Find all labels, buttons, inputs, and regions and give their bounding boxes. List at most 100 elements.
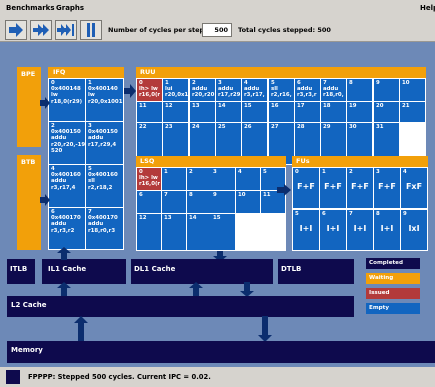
lsq-cell-8[interactable]: 8 <box>187 191 211 213</box>
lsq-cell-10[interactable]: 10 <box>236 191 260 213</box>
menu-benchmarks[interactable]: Benchmarks <box>6 4 55 12</box>
il1-cache-box: IL1 Cache <box>42 259 126 284</box>
lsq-cell-15[interactable]: 15 <box>211 214 235 250</box>
cycles-per-step-label: Number of cycles per step: <box>108 26 207 34</box>
pipeline-diagram: BPE BTB IFQ 0 0x400148 lw r18,0(r29) 1 0x4… <box>0 42 435 367</box>
lsq-cell-4[interactable]: 4 <box>236 168 260 190</box>
fu-unit-6[interactable]: 6 I+I <box>320 209 346 250</box>
lsq-cell-12[interactable]: 12 <box>137 214 161 250</box>
lsq-cell-1[interactable]: 1 <box>162 168 186 190</box>
fu-unit-9[interactable]: 9 IxI <box>401 209 427 250</box>
ruu-cell-21[interactable]: 21 <box>400 102 425 122</box>
ruu-cell-16[interactable]: 16 <box>269 102 294 122</box>
btb-label: BTB <box>21 158 36 166</box>
ifq-cell-2[interactable]: 2 0x400150 addu r20,r20,-19 520 <box>49 122 85 164</box>
memory-box: Memory <box>7 341 435 363</box>
il1-to-ifq-arrow <box>57 247 71 260</box>
menu-graphs[interactable]: Graphs <box>56 4 84 12</box>
legend-empty: Empty <box>366 303 420 314</box>
step-button[interactable] <box>5 20 27 40</box>
ifq-cell-3[interactable]: 3 0x400150 addu r17,r29,4 <box>86 122 123 164</box>
ruu-cell-10[interactable]: 10 <box>400 79 425 101</box>
lsq-cell-13[interactable]: 13 <box>162 214 186 250</box>
menu-help[interactable]: Help <box>420 4 435 12</box>
fu-unit-1[interactable]: 1 F+F <box>320 168 346 208</box>
fus-label: FUs <box>296 157 310 165</box>
menu-bar: Benchmarks Graphs Help <box>0 0 435 18</box>
ruu-cell-13[interactable]: 13 <box>190 102 215 122</box>
ruu-cell-5[interactable]: 5 sll r2,r16, <box>269 79 294 101</box>
fast-step-button[interactable] <box>30 20 52 40</box>
ifq-to-ruu-arrow <box>124 84 136 98</box>
fu-unit-0[interactable]: 0 F+F <box>293 168 319 208</box>
l2-cache-box: L2 Cache <box>7 296 354 317</box>
ruu-cell-6[interactable]: 6 addu r3,r3,r <box>295 79 320 101</box>
ruu-cell-17[interactable]: 17 <box>295 102 320 122</box>
ruu-cell-1[interactable]: 1 lui r20,0x1 <box>163 79 188 101</box>
legend-issued: Issued <box>366 288 420 299</box>
ruu-cell-0[interactable]: 0 lh> lw r16,0(r <box>137 79 162 101</box>
fu-unit-5[interactable]: 5 I+I <box>293 209 319 250</box>
pause-button[interactable] <box>80 20 102 40</box>
ruu-cell-15[interactable]: 15 <box>242 102 267 122</box>
lsq-label: LSQ <box>140 157 155 165</box>
ruu-cell-20[interactable]: 20 <box>374 102 399 122</box>
ifq-header: IFQ <box>48 67 124 78</box>
lsq-header: LSQ <box>136 156 286 167</box>
itlb-label: ITLB <box>10 265 28 273</box>
l2-to-il1-arrow <box>57 282 71 297</box>
lsq-cell-2[interactable]: 2 <box>187 168 211 190</box>
ifq-label: IFQ <box>53 68 66 76</box>
lsq-cell-0[interactable]: 0 lh> lw r16,0(r <box>137 168 161 190</box>
ifq-cell-7[interactable]: 7 0x400170 addu r18,r0,r3 <box>86 208 123 249</box>
lsq-cell-9[interactable]: 9 <box>211 191 235 213</box>
fu-unit-3[interactable]: 3 F+F <box>374 168 400 208</box>
ruu-cell-11[interactable]: 11 <box>137 102 162 122</box>
ruu-cell-8[interactable]: 8 <box>347 79 372 101</box>
fu-unit-7[interactable]: 7 I+I <box>347 209 373 250</box>
fus-grid: 0 F+F 1 F+F 2 F+F 3 F+F 4 FxF 5 I+I 6 I+I 7 I+I 8 I+I 9 IxI <box>292 167 428 251</box>
ifq-cell-4[interactable]: 4 0x400160 addu r3,r17,4 <box>49 165 85 207</box>
bpe-label: BPE <box>21 70 36 78</box>
run-to-end-button[interactable] <box>55 20 77 40</box>
ifq-cell-1[interactable]: 1 0x400140 lw r20,0x1001 <box>86 79 123 121</box>
ruu-grid: 0 lh> lw r16,0(r 1 lui r20,0x1 2 addu r20,r20… <box>136 78 426 165</box>
legend-waiting: Waiting <box>366 273 420 284</box>
fu-unit-2[interactable]: 2 F+F <box>347 168 373 208</box>
ifq-cell-0[interactable]: 0 0x400148 lw r18,0(r29) <box>49 79 85 121</box>
l2-label: L2 Cache <box>11 301 47 309</box>
btb-box: BTB <box>17 155 41 250</box>
bpe-box: BPE <box>17 67 41 147</box>
cycles-per-step-input[interactable]: 500 <box>202 23 232 37</box>
lsq-cell-14[interactable]: 14 <box>187 214 211 250</box>
status-text: FPPPP: Stepped 500 cycles. Current IPC =… <box>28 373 211 381</box>
bpe-to-ifq-arrow <box>40 97 50 109</box>
fu-unit-4[interactable]: 4 FxF <box>401 168 427 208</box>
ruu-cell-4[interactable]: 4 addu r3,r17, <box>242 79 267 101</box>
ruu-cell-2[interactable]: 2 addu r20,r20 <box>190 79 215 101</box>
btb-to-ifq-arrow <box>40 194 50 206</box>
ruu-label: RUU <box>140 68 156 76</box>
dl1-cache-box: DL1 Cache <box>131 259 273 284</box>
itlb-box: ITLB <box>7 259 35 284</box>
lsq-cell-6[interactable]: 6 <box>137 191 161 213</box>
status-indicator-icon <box>6 370 20 384</box>
l2-to-dl1-arrow <box>189 282 203 297</box>
ruu-cell-19[interactable]: 19 <box>347 102 372 122</box>
ifq-cell-5[interactable]: 5 0x400160 sll r2,r18,2 <box>86 165 123 207</box>
ifq-cell-6[interactable]: 6 0x400170 addu r3,r3,r2 <box>49 208 85 249</box>
ruu-cell-12[interactable]: 12 <box>163 102 188 122</box>
pause-icon <box>87 23 95 37</box>
lsq-cell-3[interactable]: 3 <box>211 168 235 190</box>
dtlb-box: DTLB <box>278 259 354 284</box>
ruu-cell-14[interactable]: 14 <box>216 102 241 122</box>
ruu-cell-7[interactable]: 7 addu r18,r0, <box>321 79 346 101</box>
step-arrow-icon <box>9 23 23 37</box>
status-bar: FPPPP: Stepped 500 cycles. Current IPC =… <box>0 367 435 387</box>
ruu-cell-3[interactable]: 3 addu r17,r29 <box>216 79 241 101</box>
ruu-cell-9[interactable]: 9 <box>374 79 399 101</box>
run-end-icon <box>57 24 74 36</box>
ruu-cell-18[interactable]: 18 <box>321 102 346 122</box>
fu-unit-8[interactable]: 8 I+I <box>374 209 400 250</box>
lsq-cell-7[interactable]: 7 <box>162 191 186 213</box>
